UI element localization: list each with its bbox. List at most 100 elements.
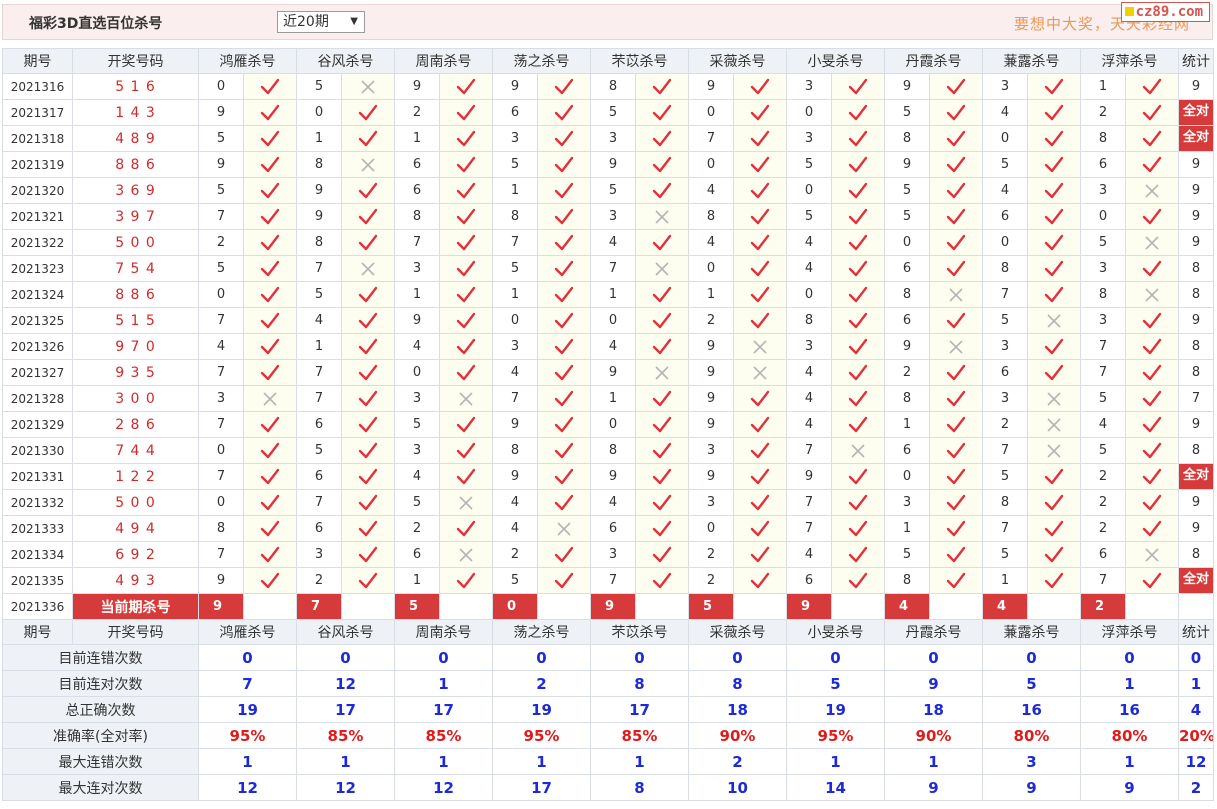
- check-icon: [929, 359, 983, 386]
- check-icon: [1027, 281, 1081, 308]
- cross-icon: [635, 203, 689, 230]
- kill-number-cell: 8: [1080, 281, 1126, 308]
- check-icon: [537, 73, 591, 100]
- check-icon: [341, 489, 395, 516]
- stat-value: 9: [982, 774, 1081, 801]
- stat-value: 0: [1178, 644, 1214, 671]
- current-kill-number: 0: [492, 593, 538, 620]
- kill-number-cell: 5: [884, 99, 930, 126]
- draw-number-cell: 4 9 3: [72, 567, 199, 594]
- kill-number-cell: 3: [884, 489, 930, 516]
- site-logo[interactable]: cz89.com: [1120, 2, 1210, 22]
- check-icon: [733, 151, 787, 178]
- check-icon: [439, 125, 493, 152]
- col-header-stat: 统计: [1178, 48, 1214, 74]
- kill-number-cell: 2: [394, 99, 440, 126]
- check-icon: [635, 385, 689, 412]
- stat-value: 8: [590, 774, 689, 801]
- cross-icon: [1027, 437, 1081, 464]
- stat-value: 80%: [1080, 722, 1179, 749]
- check-icon: [341, 437, 395, 464]
- stat-cell: 9: [1178, 515, 1214, 542]
- stat-value: 85%: [590, 722, 689, 749]
- kill-number-cell: 9: [590, 463, 636, 490]
- check-icon: [341, 385, 395, 412]
- stat-value: 14: [786, 774, 885, 801]
- check-icon: [831, 151, 885, 178]
- stat-value: 0: [884, 644, 983, 671]
- draw-number-cell: 7 5 4: [72, 255, 199, 282]
- kill-number-cell: 9: [198, 151, 244, 178]
- kill-number-cell: 1: [590, 281, 636, 308]
- kill-number-cell: 4: [590, 229, 636, 256]
- kill-number-cell: 4: [982, 177, 1028, 204]
- stat-value: 17: [590, 696, 689, 723]
- col-header-expert: 谷风杀号: [296, 48, 395, 74]
- kill-number-cell: 8: [394, 203, 440, 230]
- kill-number-cell: 7: [198, 203, 244, 230]
- check-icon: [1027, 151, 1081, 178]
- cross-icon: [341, 255, 395, 282]
- table-row: 2021318 4 8 9 5 1 1 3 3 7 3 8 0 8 全对: [2, 125, 1214, 152]
- check-icon: [537, 411, 591, 438]
- check-icon: [635, 541, 689, 568]
- kill-number-cell: 6: [296, 515, 342, 542]
- stat-row: 最大连错次数 1 1 1 1 1 2 1 1 3 1 12: [2, 748, 1214, 775]
- stat-value: 95%: [786, 722, 885, 749]
- check-icon: [635, 567, 689, 594]
- check-icon: [635, 463, 689, 490]
- col-header-draw: 开奖号码: [72, 48, 199, 74]
- check-icon: [1027, 203, 1081, 230]
- kill-number-cell: 1: [590, 385, 636, 412]
- check-icon: [439, 151, 493, 178]
- cross-icon: [537, 515, 591, 542]
- current-kill-number: 7: [296, 593, 342, 620]
- stat-cell: 9: [1178, 307, 1214, 334]
- kill-number-cell: 7: [1080, 359, 1126, 386]
- kill-number-cell: 0: [394, 359, 440, 386]
- kill-number-cell: 3: [394, 437, 440, 464]
- col-header-expert: 浮萍杀号: [1080, 48, 1179, 74]
- stat-row: 最大连对次数 12 12 12 17 8 10 14 9 9 9 2: [2, 774, 1214, 801]
- check-icon: [733, 281, 787, 308]
- kill-number-cell: 1: [688, 281, 734, 308]
- period-select[interactable]: 近20期 ▼: [277, 11, 365, 33]
- col-header-expert: 浮萍杀号: [1080, 619, 1179, 645]
- kill-number-cell: 7: [1080, 333, 1126, 360]
- check-icon: [831, 125, 885, 152]
- kill-number-cell: 2: [394, 515, 440, 542]
- kill-number-cell: 7: [296, 489, 342, 516]
- check-icon: [439, 359, 493, 386]
- kill-number-cell: 1: [492, 177, 538, 204]
- kill-number-cell: 7: [296, 359, 342, 386]
- check-icon: [1027, 255, 1081, 282]
- kill-number-cell: 5: [982, 463, 1028, 490]
- table-row: 2021335 4 9 3 9 2 1 5 7 2 6 8 1 7 全对: [2, 567, 1214, 594]
- check-icon: [929, 541, 983, 568]
- kill-number-cell: 8: [590, 73, 636, 100]
- stat-value: 7: [198, 670, 297, 697]
- check-icon: [635, 281, 689, 308]
- current-kill-blank: [341, 593, 395, 620]
- current-period-row: 2021336 当前期杀号 9 7 5 0 9 5 9 4 4 2: [2, 593, 1214, 620]
- check-icon: [929, 151, 983, 178]
- kill-number-cell: 4: [786, 229, 832, 256]
- cross-icon: [341, 73, 395, 100]
- check-icon: [733, 177, 787, 204]
- current-kill-blank: [439, 593, 493, 620]
- draw-number-cell: 3 0 0: [72, 385, 199, 412]
- check-icon: [439, 411, 493, 438]
- check-icon: [537, 567, 591, 594]
- stat-value: 0: [296, 644, 395, 671]
- check-icon: [733, 385, 787, 412]
- check-icon: [439, 73, 493, 100]
- table-row: 2021327 9 3 577049942678: [2, 359, 1214, 386]
- table-row: 2021320 3 6 959615405439: [2, 177, 1214, 204]
- cross-icon: [635, 359, 689, 386]
- kill-number-cell: 4: [786, 385, 832, 412]
- kill-number-cell: 0: [296, 99, 342, 126]
- cross-icon: [733, 333, 787, 360]
- check-icon: [537, 437, 591, 464]
- period-cell: 2021335: [2, 567, 73, 594]
- check-icon: [1125, 255, 1179, 282]
